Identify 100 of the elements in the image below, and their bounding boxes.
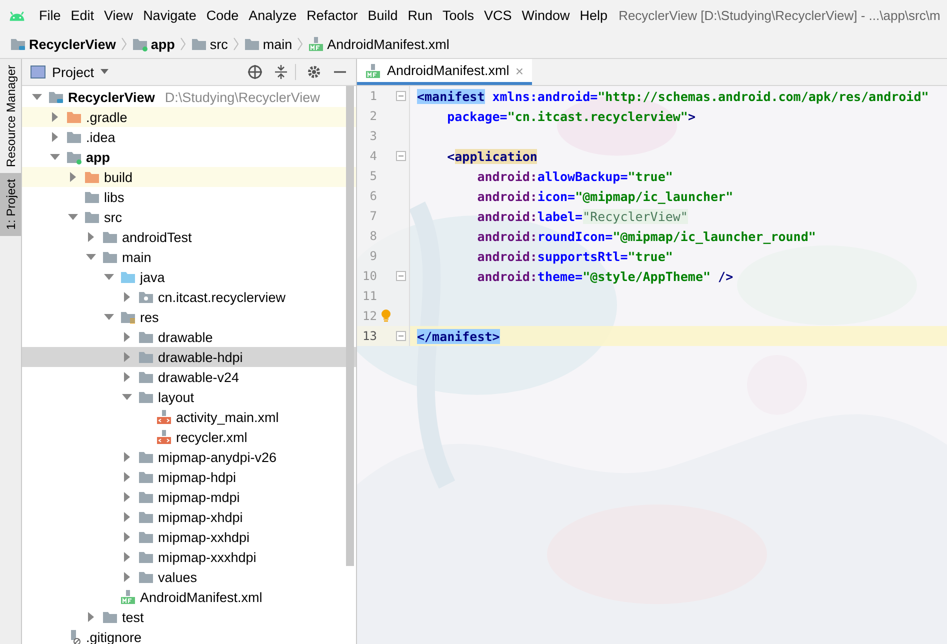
menu-item[interactable]: VCS <box>479 6 517 24</box>
folder-icon <box>10 36 26 52</box>
tree-item[interactable]: cn.itcast.recyclerview <box>22 287 356 307</box>
collapsed-arrow-icon[interactable] <box>86 232 96 242</box>
collapsed-arrow-icon[interactable] <box>122 512 132 522</box>
expanded-arrow-icon[interactable] <box>104 272 114 282</box>
folder-icon <box>244 36 260 52</box>
collapsed-arrow-icon[interactable] <box>122 292 132 302</box>
menu-item[interactable]: Help <box>574 6 613 24</box>
tree-item[interactable]: mipmap-mdpi <box>22 487 356 507</box>
folder-icon <box>84 189 100 205</box>
tree-item[interactable]: activity_main.xml <box>22 407 356 427</box>
tool-window-tab[interactable]: 1: Project <box>0 173 21 236</box>
collapsed-arrow-icon[interactable] <box>122 532 132 542</box>
tree-item[interactable]: mipmap-hdpi <box>22 467 356 487</box>
lightbulb-icon[interactable] <box>380 309 392 323</box>
tree-item[interactable]: main <box>22 247 356 267</box>
breadcrumb[interactable]: RecyclerView <box>29 36 116 52</box>
caret-icon[interactable] <box>100 69 110 75</box>
breadcrumb[interactable]: src <box>210 36 228 52</box>
collapsed-arrow-icon[interactable] <box>122 572 132 582</box>
manifest-file-icon <box>120 589 136 605</box>
collapsed-arrow-icon[interactable] <box>50 112 60 122</box>
view-selector[interactable]: Project <box>52 64 110 80</box>
collapsed-arrow-icon[interactable] <box>50 132 60 142</box>
fold-marker-icon[interactable] <box>396 271 406 281</box>
breadcrumb[interactable]: app <box>150 36 175 52</box>
folder-icon <box>102 609 118 625</box>
tree-item[interactable]: androidTest <box>22 227 356 247</box>
menu-item[interactable]: Tools <box>438 6 480 24</box>
tree-item[interactable]: RecyclerView D:\Studying\RecyclerView <box>22 87 356 107</box>
menu-item[interactable]: File <box>34 6 66 24</box>
chevron-icon <box>180 36 186 52</box>
collapse-all-icon[interactable] <box>273 64 289 80</box>
fold-marker-icon[interactable] <box>396 151 406 161</box>
line-number: 1 <box>368 89 377 103</box>
collapsed-arrow-icon[interactable] <box>68 172 78 182</box>
menu-item[interactable]: Edit <box>66 6 100 24</box>
settings-icon[interactable] <box>306 64 322 80</box>
menu-item[interactable]: Window <box>516 6 575 24</box>
tree-item[interactable]: AndroidManifest.xml <box>22 587 356 607</box>
code-line: android:supportsRtl="true" <box>476 248 673 264</box>
tree-item[interactable]: mipmap-xxhdpi <box>22 527 356 547</box>
breadcrumb[interactable]: main <box>262 36 292 52</box>
locate-icon[interactable] <box>247 64 263 80</box>
scrollbar[interactable] <box>346 86 354 566</box>
menu-item[interactable]: View <box>99 6 138 24</box>
editor-tab[interactable]: AndroidManifest.xml × <box>357 59 532 85</box>
collapsed-arrow-icon[interactable] <box>86 612 96 622</box>
expanded-arrow-icon[interactable] <box>32 92 42 102</box>
expanded-arrow-icon[interactable] <box>68 212 78 222</box>
menu-item[interactable]: Build <box>362 6 403 24</box>
tree-item[interactable]: mipmap-xxxhdpi <box>22 547 356 567</box>
collapsed-arrow-icon[interactable] <box>122 492 132 502</box>
tree-item[interactable]: java <box>22 267 356 287</box>
collapsed-arrow-icon[interactable] <box>122 332 132 342</box>
tree-item[interactable]: build <box>22 167 356 187</box>
collapsed-arrow-icon[interactable] <box>122 372 132 382</box>
collapsed-arrow-icon[interactable] <box>122 552 132 562</box>
folder-icon <box>138 469 154 485</box>
tree-item[interactable]: libs <box>22 187 356 207</box>
manifest-file-icon <box>308 36 324 52</box>
fold-marker-icon[interactable] <box>396 331 406 341</box>
tree-item[interactable]: drawable <box>22 327 356 347</box>
tree-item[interactable]: recycler.xml <box>22 427 356 447</box>
tree-item[interactable]: .idea <box>22 127 356 147</box>
collapsed-arrow-icon[interactable] <box>122 352 132 362</box>
tree-item[interactable]: res <box>22 307 356 327</box>
tree-item[interactable]: .gradle <box>22 107 356 127</box>
menu-item[interactable]: Code <box>201 6 244 24</box>
menu-item[interactable]: Run <box>402 6 438 24</box>
collapsed-arrow-icon[interactable] <box>122 452 132 462</box>
tree-item[interactable]: src <box>22 207 356 227</box>
line-number: 6 <box>368 189 377 203</box>
collapsed-arrow-icon[interactable] <box>122 472 132 482</box>
menu-item[interactable]: Analyze <box>244 6 302 24</box>
tree-item[interactable]: mipmap-xhdpi <box>22 507 356 527</box>
manifest-file-icon <box>365 62 381 78</box>
breadcrumb[interactable]: AndroidManifest.xml <box>327 36 450 52</box>
tree-item[interactable]: drawable-v24 <box>22 367 356 387</box>
tree-item[interactable]: drawable-hdpi <box>22 347 356 367</box>
chevron-icon <box>120 36 127 52</box>
expanded-arrow-icon[interactable] <box>122 392 132 402</box>
fold-marker-icon[interactable] <box>396 91 406 101</box>
tool-window-tab[interactable]: Resource Manager <box>0 59 21 174</box>
tree-item[interactable]: mipmap-anydpi-v26 <box>22 447 356 467</box>
menu-item[interactable]: Refactor <box>302 6 363 24</box>
menu-item[interactable]: Navigate <box>138 6 202 24</box>
folder-icon <box>138 329 154 345</box>
line-number: 4 <box>368 149 377 163</box>
tree-item[interactable]: layout <box>22 387 356 407</box>
expanded-arrow-icon[interactable] <box>104 312 114 322</box>
folder-icon <box>138 289 154 305</box>
tree-item[interactable]: values <box>22 567 356 587</box>
tree-item[interactable]: .gitignore <box>22 627 356 644</box>
tree-item[interactable]: test <box>22 607 356 627</box>
expanded-arrow-icon[interactable] <box>50 152 60 162</box>
android-logo-icon <box>8 8 26 22</box>
expanded-arrow-icon[interactable] <box>86 252 96 262</box>
tree-item[interactable]: app <box>22 147 356 167</box>
